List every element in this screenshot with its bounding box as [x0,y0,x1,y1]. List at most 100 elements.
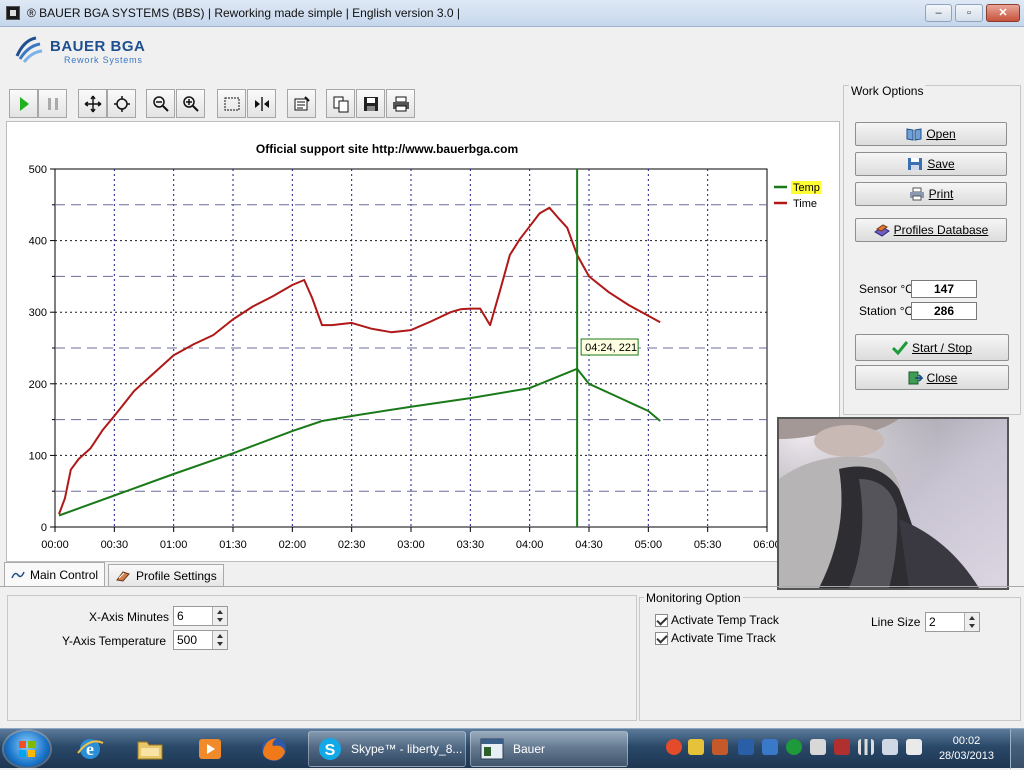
chart-title: Official support site http://www.bauerbg… [256,142,518,156]
tray-monitor-icon[interactable] [738,739,754,755]
print-button[interactable]: Print [855,182,1007,206]
taskbar-media[interactable] [184,732,236,766]
play-button[interactable] [9,89,38,118]
sensor-label: Sensor °C [859,282,914,296]
activate-time-checkbox[interactable] [655,632,668,645]
cursor-tooltip-label: 04:24, 221 [585,342,637,354]
series-line-time [58,206,661,515]
tray-battery-icon[interactable] [834,739,850,755]
taskbar-firefox[interactable] [248,732,300,766]
skype-icon: S [319,738,341,760]
tray-flag-icon[interactable] [906,739,922,755]
tab-profile-settings-label: Profile Settings [136,568,217,583]
title-bar[interactable]: ® BAUER BGA SYSTEMS (BBS) | Reworking ma… [0,0,1024,27]
save-button[interactable]: Save [855,152,1007,176]
print-chart-button[interactable] [386,89,415,118]
open-label: Open [926,127,956,141]
x-axis-spinner[interactable]: 6 [173,606,228,626]
activate-time-label: Activate Time Track [671,631,776,645]
tab-main-control-label: Main Control [30,567,99,582]
chart-toolbar [6,87,840,120]
pan-button[interactable] [78,89,107,118]
tray-signal-icon[interactable] [858,739,874,755]
x-tick-label: 03:00 [397,539,425,551]
tray-security-icon[interactable] [810,739,826,755]
chart-panel[interactable]: Official support site http://www.bauerbg… [6,121,840,562]
tray-check-icon[interactable] [786,739,802,755]
start-stop-label: Start / Stop [911,340,973,355]
y-tick-label: 0 [41,522,47,534]
app-icon[interactable] [6,6,20,20]
fit-button[interactable] [247,89,276,118]
start-button[interactable] [4,731,50,767]
x-tick-label: 05:00 [635,539,663,551]
windows-taskbar: e S Skype™ - liberty_8... Bauer 00:02 28… [0,728,1024,769]
close-window-button[interactable]: ✕ [986,4,1020,22]
tray-tools-icon[interactable] [712,739,728,755]
zoom-area-button[interactable] [107,89,136,118]
media-player-icon [199,739,221,759]
waveform-icon [11,571,25,578]
taskbar-clock[interactable]: 00:02 28/03/2013 [939,734,994,764]
taskbar-skype[interactable]: S Skype™ - liberty_8... [308,731,466,767]
copy-button[interactable] [326,89,355,118]
chart-legend: Temp Time [774,181,821,210]
taskbar-bauer[interactable]: Bauer [470,731,628,767]
profiles-database-button[interactable]: Profiles Database [855,218,1007,242]
x-tick-label: 02:00 [279,539,307,551]
x-axis-stepper-arrows[interactable] [212,607,227,625]
close-label: Close [926,370,958,385]
taskbar-explorer[interactable] [124,732,176,766]
show-desktop-button[interactable] [1010,729,1024,769]
bauer-window-icon [480,738,504,760]
maximize-button[interactable]: ▫ [955,4,983,22]
select-rect-button[interactable] [217,89,246,118]
print-label: Print [928,187,954,201]
copy-icon [333,96,348,112]
close-button[interactable]: Close [855,365,1009,390]
exit-door-icon [908,371,923,384]
properties-button[interactable] [287,89,316,118]
y-tick-label: 300 [29,307,47,319]
tray-network-app-icon[interactable] [762,739,778,755]
open-book-icon [906,128,922,141]
open-button[interactable]: Open [855,122,1007,146]
tray-g-icon[interactable] [666,739,682,755]
profiles-database-label: Profiles Database [893,223,989,237]
save-icon [363,96,378,111]
start-stop-button[interactable]: Start / Stop [855,334,1009,361]
tray-lightning-icon[interactable] [688,739,704,755]
zoom-out-button[interactable] [146,89,175,118]
temperature-chart[interactable]: Official support site http://www.bauerbg… [7,122,839,561]
line-size-stepper-arrows[interactable] [964,613,979,631]
x-tick-label: 05:30 [694,539,722,551]
notebook-icon [116,570,130,582]
x-tick-label: 04:00 [516,539,544,551]
zoom-in-button[interactable] [176,89,205,118]
minimize-button[interactable]: – [925,4,952,22]
main-control-panel: X-Axis Minutes 6 Y-Axis Temperature 500 … [0,586,1024,728]
x-tick-label: 01:30 [219,539,247,551]
tab-main-control[interactable]: Main Control [4,562,106,586]
x-tick-label: 00:30 [101,539,129,551]
y-axis-spinner[interactable]: 500 [173,630,228,650]
x-axis-ticks: 00:00 00:30 01:00 01:30 02:00 02:30 03:00 03:30… [41,527,781,551]
firefox-icon [262,737,286,761]
activate-temp-label: Activate Temp Track [671,613,779,627]
zoom-area-icon [113,95,130,112]
save-chart-button[interactable] [356,89,385,118]
tray-volume-icon[interactable] [882,739,898,755]
pause-button[interactable] [38,89,67,118]
activate-temp-checkbox[interactable] [655,614,668,627]
clock-date: 28/03/2013 [938,750,994,762]
fit-icon [254,96,269,111]
logo-brand: BAUER BGA [50,38,146,55]
taskbar-ie[interactable]: e [64,732,116,766]
y-axis-stepper-arrows[interactable] [212,631,227,649]
chart-cursor[interactable]: 04:24, 221 [576,169,639,527]
line-size-value: 2 [929,615,936,629]
tab-strip: Main Control Profile Settings [0,562,1024,586]
line-size-spinner[interactable]: 2 [925,612,980,632]
properties-icon [294,95,310,110]
tab-profile-settings[interactable]: Profile Settings [108,564,224,586]
